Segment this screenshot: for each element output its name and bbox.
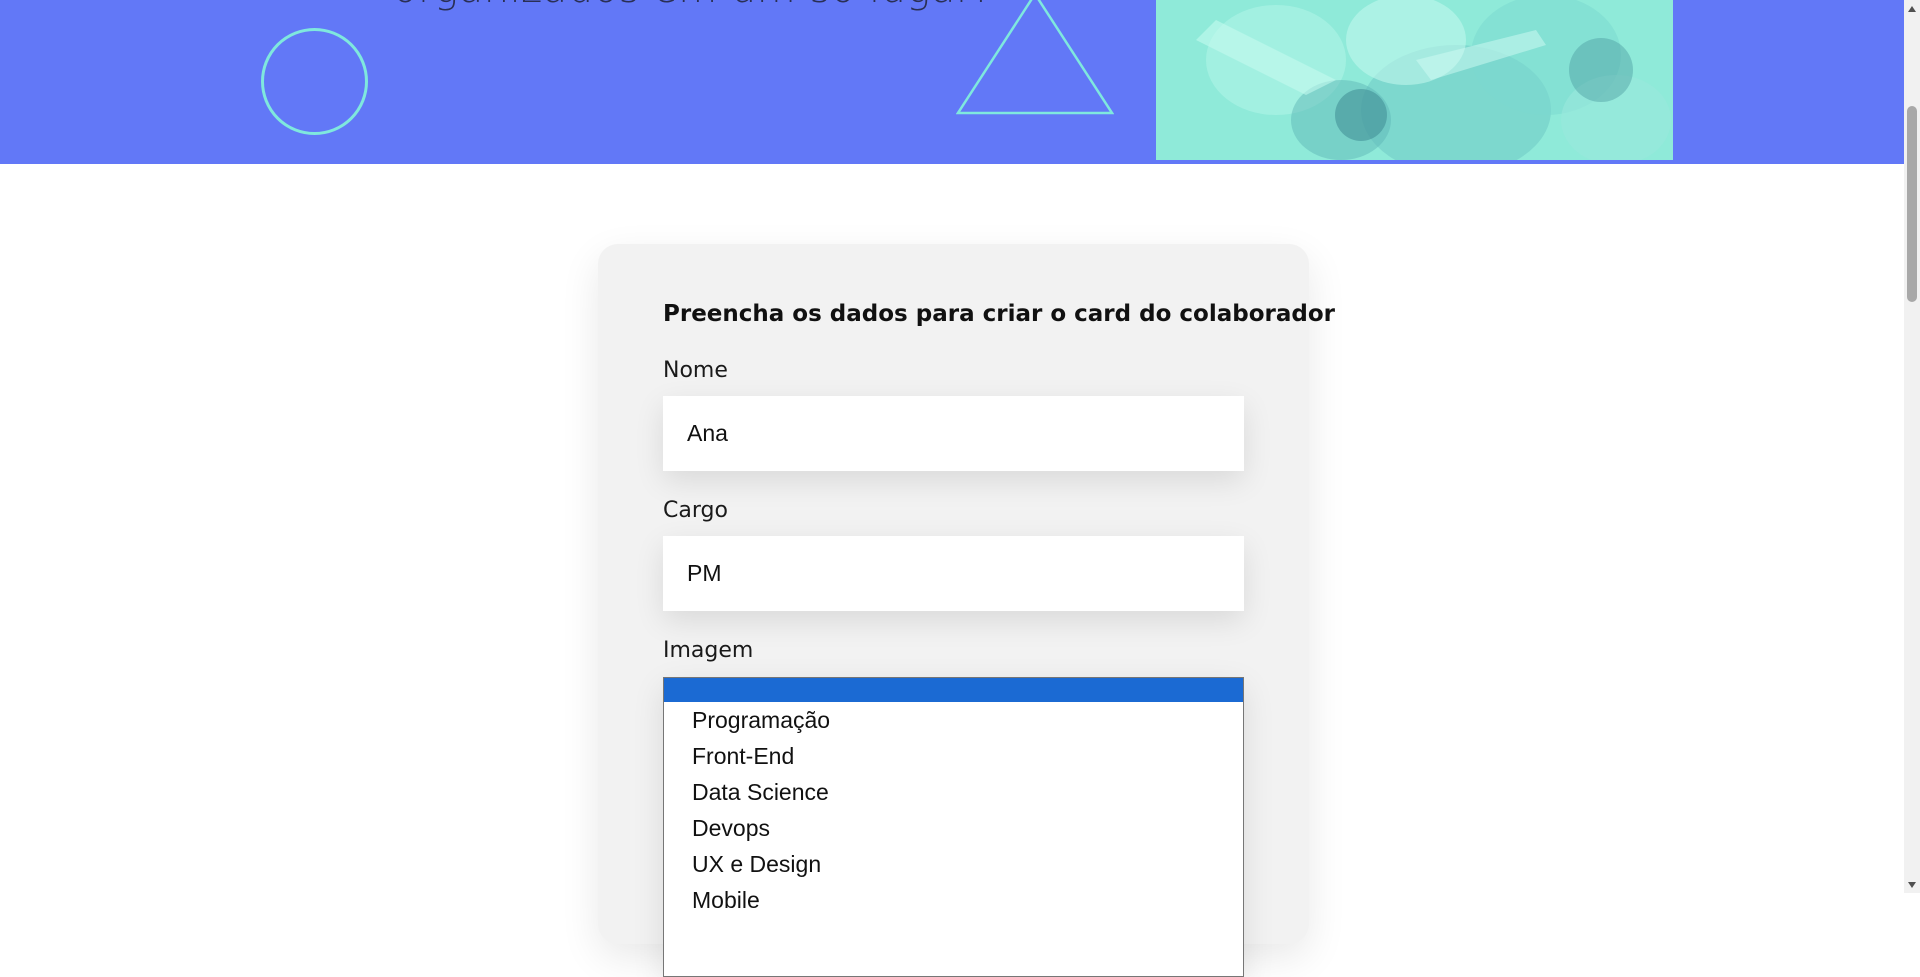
decorative-triangle-icon — [956, 0, 1114, 115]
option-programacao[interactable]: Programação — [664, 702, 1243, 738]
option-data-science[interactable]: Data Science — [664, 774, 1243, 810]
page-scrollbar[interactable] — [1904, 0, 1920, 893]
cargo-label: Cargo — [663, 498, 728, 523]
scroll-up-arrow-icon[interactable] — [1904, 0, 1920, 17]
option-front-end[interactable]: Front-End — [664, 738, 1243, 774]
scroll-down-arrow-icon[interactable] — [1904, 876, 1920, 893]
option-mobile[interactable]: Mobile — [664, 882, 1243, 918]
decorative-circle-icon — [261, 28, 368, 135]
form-card: Preencha os dados para criar o card do c… — [598, 244, 1335, 977]
imagem-label: Imagem — [663, 638, 754, 663]
nome-input[interactable] — [663, 396, 1244, 471]
banner: organizados em um só lugar! — [0, 0, 1904, 164]
selected-empty-option[interactable] — [664, 678, 1243, 702]
scrollbar-thumb[interactable] — [1907, 106, 1917, 302]
option-ux-design[interactable]: UX e Design — [664, 846, 1243, 882]
banner-tagline: organizados em um só lugar! — [393, 0, 989, 12]
option-devops[interactable]: Devops — [664, 810, 1243, 846]
cargo-input[interactable] — [663, 536, 1244, 611]
nome-label: Nome — [663, 358, 728, 383]
form-title: Preencha os dados para criar o card do c… — [663, 301, 1335, 327]
imagem-select[interactable]: Programação Front-End Data Science Devop… — [663, 677, 1244, 977]
hero-photo — [1156, 0, 1673, 160]
